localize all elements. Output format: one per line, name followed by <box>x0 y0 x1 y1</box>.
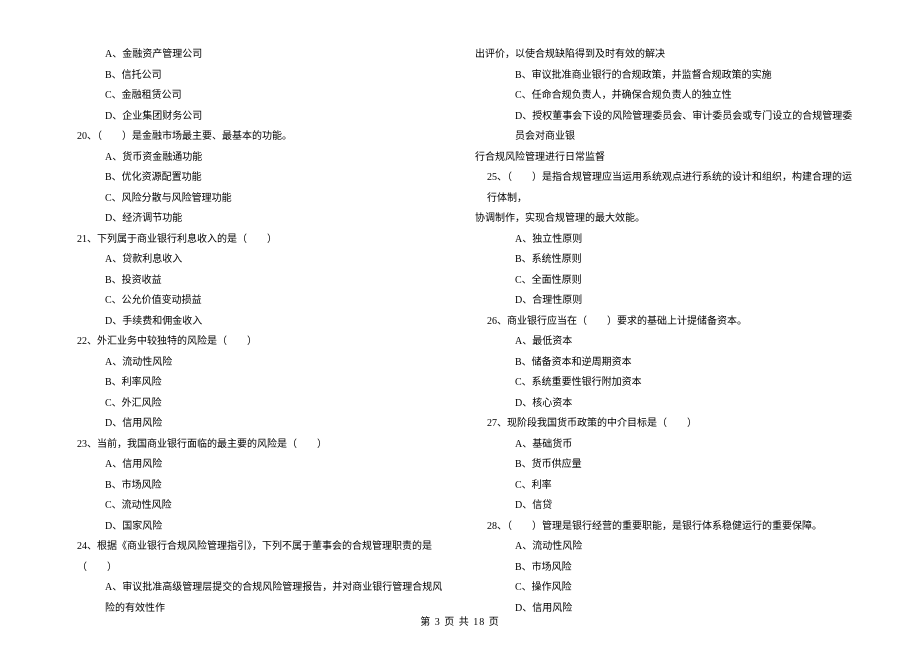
option: D、信用风险 <box>475 599 855 620</box>
option: A、流动性风险 <box>65 353 445 374</box>
right-column: 出评价，以使合规缺陷得到及时有效的解决 B、审议批准商业银行的合规政策，并监督合… <box>475 45 855 605</box>
option: C、风险分散与风险管理功能 <box>65 189 445 210</box>
option: C、系统重要性银行附加资本 <box>475 373 855 394</box>
continuation: 行合规风险管理进行日常监督 <box>475 148 855 169</box>
option: C、公允价值变动损益 <box>65 291 445 312</box>
option: D、手续费和佣金收入 <box>65 312 445 333</box>
question-22: 22、外汇业务中较独特的风险是（ ） <box>65 332 445 353</box>
option: B、优化资源配置功能 <box>65 168 445 189</box>
option: A、基础货币 <box>475 435 855 456</box>
continuation: 协调制作，实现合规管理的最大效能。 <box>475 209 855 230</box>
option: C、任命合规负责人，并确保合规负责人的独立性 <box>475 86 855 107</box>
question-26: 26、商业银行应当在（ ）要求的基础上计提储备资本。 <box>475 312 855 333</box>
continuation: 出评价，以使合规缺陷得到及时有效的解决 <box>475 45 855 66</box>
option: A、货币资金融通功能 <box>65 148 445 169</box>
option: B、审议批准商业银行的合规政策，并监督合规政策的实施 <box>475 66 855 87</box>
option: A、金融资产管理公司 <box>65 45 445 66</box>
question-28: 28、（ ）管理是银行经营的重要职能，是银行体系稳健运行的重要保障。 <box>475 517 855 538</box>
option: D、核心资本 <box>475 394 855 415</box>
page-content: A、金融资产管理公司 B、信托公司 C、金融租赁公司 D、企业集团财务公司 20… <box>65 45 855 605</box>
option: B、信托公司 <box>65 66 445 87</box>
option: A、最低资本 <box>475 332 855 353</box>
option: B、利率风险 <box>65 373 445 394</box>
option: A、审议批准高级管理层提交的合规风险管理报告，并对商业银行管理合规风险的有效性作 <box>65 578 445 619</box>
option: D、经济调节功能 <box>65 209 445 230</box>
option: A、贷款利息收入 <box>65 250 445 271</box>
left-column: A、金融资产管理公司 B、信托公司 C、金融租赁公司 D、企业集团财务公司 20… <box>65 45 445 605</box>
question-23: 23、当前，我国商业银行面临的最主要的风险是（ ） <box>65 435 445 456</box>
option: B、投资收益 <box>65 271 445 292</box>
option: D、国家风险 <box>65 517 445 538</box>
option: C、利率 <box>475 476 855 497</box>
option: D、信用风险 <box>65 414 445 435</box>
option: A、独立性原则 <box>475 230 855 251</box>
question-24: 24、根据《商业银行合规风险管理指引》，下列不属于董事会的合规管理职责的是（ ） <box>65 537 445 578</box>
question-27: 27、现阶段我国货币政策的中介目标是（ ） <box>475 414 855 435</box>
option: C、流动性风险 <box>65 496 445 517</box>
question-21: 21、下列属于商业银行利息收入的是（ ） <box>65 230 445 251</box>
question-25: 25、（ ）是指合规管理应当运用系统观点进行系统的设计和组织，构建合理的运行体制… <box>475 168 855 209</box>
option: D、授权董事会下设的风险管理委员会、审计委员会或专门设立的合规管理委员会对商业银 <box>475 107 855 148</box>
option: B、储备资本和逆周期资本 <box>475 353 855 374</box>
option: B、货币供应量 <box>475 455 855 476</box>
option: D、信贷 <box>475 496 855 517</box>
option: C、操作风险 <box>475 578 855 599</box>
option: C、金融租赁公司 <box>65 86 445 107</box>
option: C、外汇风险 <box>65 394 445 415</box>
option: D、企业集团财务公司 <box>65 107 445 128</box>
option: B、市场风险 <box>65 476 445 497</box>
option: D、合理性原则 <box>475 291 855 312</box>
option: B、市场风险 <box>475 558 855 579</box>
option: B、系统性原则 <box>475 250 855 271</box>
option: C、全面性原则 <box>475 271 855 292</box>
option: A、信用风险 <box>65 455 445 476</box>
option: A、流动性风险 <box>475 537 855 558</box>
question-20: 20、（ ）是金融市场最主要、最基本的功能。 <box>65 127 445 148</box>
